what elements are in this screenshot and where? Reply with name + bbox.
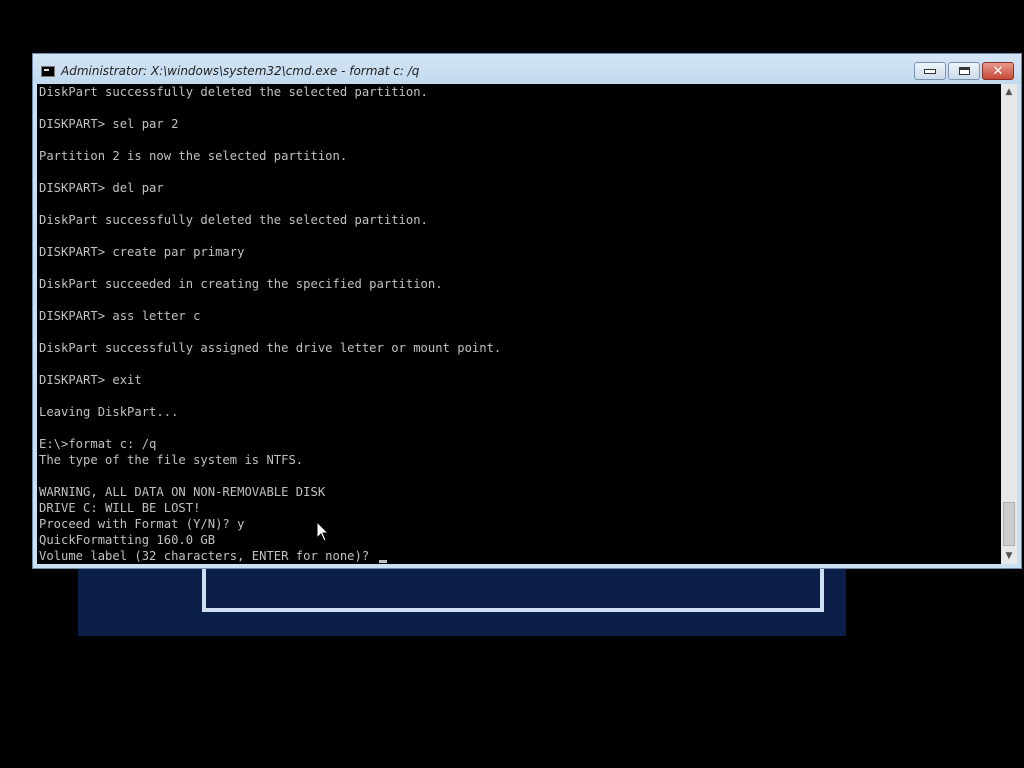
console-line-text: DRIVE C: WILL BE LOST!	[39, 501, 201, 515]
console-line: DiskPart successfully assigned the drive…	[39, 340, 501, 356]
console-line: DISKPART> sel par 2	[39, 116, 501, 132]
minimize-button[interactable]	[914, 62, 946, 80]
console-line-text: DiskPart successfully assigned the drive…	[39, 341, 502, 355]
console-line-text: DISKPART> sel par 2	[39, 117, 179, 131]
console-line: QuickFormatting 160.0 GB	[39, 532, 501, 548]
console-line: Volume label (32 characters, ENTER for n…	[39, 548, 501, 564]
console-line-text: Partition 2 is now the selected partitio…	[39, 149, 348, 163]
console-line: DISKPART> ass letter c	[39, 308, 501, 324]
console-line-text: QuickFormatting 160.0 GB	[39, 533, 216, 547]
console-line-text: DiskPart succeeded in creating the speci…	[39, 277, 443, 291]
cmd-window: Administrator: X:\windows\system32\cmd.e…	[32, 53, 1022, 569]
console-line: DISKPART> del par	[39, 180, 501, 196]
scroll-up-arrow-icon[interactable]: ▲	[1001, 84, 1017, 100]
console-line-text: DISKPART> exit	[39, 373, 142, 387]
console-line: Leaving DiskPart...	[39, 404, 501, 420]
close-icon: ✕	[992, 63, 1004, 79]
console-line-text: DiskPart successfully deleted the select…	[39, 213, 428, 227]
console-line: Proceed with Format (Y/N)? y	[39, 516, 501, 532]
vertical-scrollbar[interactable]: ▲ ▼	[1001, 84, 1017, 564]
console-line: DiskPart successfully deleted the select…	[39, 212, 501, 228]
close-button[interactable]: ✕	[982, 62, 1014, 80]
console-line: DISKPART> exit	[39, 372, 501, 388]
console-output[interactable]: DiskPart successfully deleted the select…	[37, 84, 1001, 564]
text-cursor	[378, 560, 387, 563]
setup-dialog-frame	[202, 562, 824, 612]
console-line: The type of the file system is NTFS.	[39, 452, 501, 468]
title-bar[interactable]: Administrator: X:\windows\system32\cmd.e…	[33, 54, 1021, 84]
console-lines: DiskPart successfully deleted the select…	[39, 84, 501, 564]
console-line-text: Volume label (32 characters, ENTER for n…	[39, 549, 377, 563]
console-line-text: DISKPART> create par primary	[39, 245, 245, 259]
console-line: E:\>format c: /q	[39, 436, 501, 452]
console-line-text: DiskPart successfully deleted the select…	[39, 85, 428, 99]
maximize-icon	[958, 67, 970, 75]
console-line-text: DISKPART> ass letter c	[39, 309, 201, 323]
console-line-text: DISKPART> del par	[39, 181, 164, 195]
console-line-text: The type of the file system is NTFS.	[39, 453, 304, 467]
console-line: DiskPart successfully deleted the select…	[39, 84, 501, 100]
console-line: DRIVE C: WILL BE LOST!	[39, 500, 501, 516]
console-line: WARNING, ALL DATA ON NON-REMOVABLE DISK	[39, 484, 501, 500]
console-line-text: WARNING, ALL DATA ON NON-REMOVABLE DISK	[39, 485, 326, 499]
mouse-pointer-icon	[316, 521, 330, 542]
window-title: Administrator: X:\windows\system32\cmd.e…	[61, 64, 420, 78]
minimize-icon	[924, 68, 936, 74]
console-line: Partition 2 is now the selected partitio…	[39, 148, 501, 164]
console-line-text: Leaving DiskPart...	[39, 405, 179, 419]
console-line: DiskPart succeeded in creating the speci…	[39, 276, 501, 292]
maximize-button[interactable]	[948, 62, 980, 80]
console-line-text: E:\>format c: /q	[39, 437, 157, 451]
scroll-thumb[interactable]	[1003, 502, 1015, 546]
cmd-icon[interactable]	[41, 66, 55, 77]
console-line: DISKPART> create par primary	[39, 244, 501, 260]
console-line-text: Proceed with Format (Y/N)? y	[39, 517, 245, 531]
scroll-down-arrow-icon[interactable]: ▼	[1001, 548, 1017, 564]
